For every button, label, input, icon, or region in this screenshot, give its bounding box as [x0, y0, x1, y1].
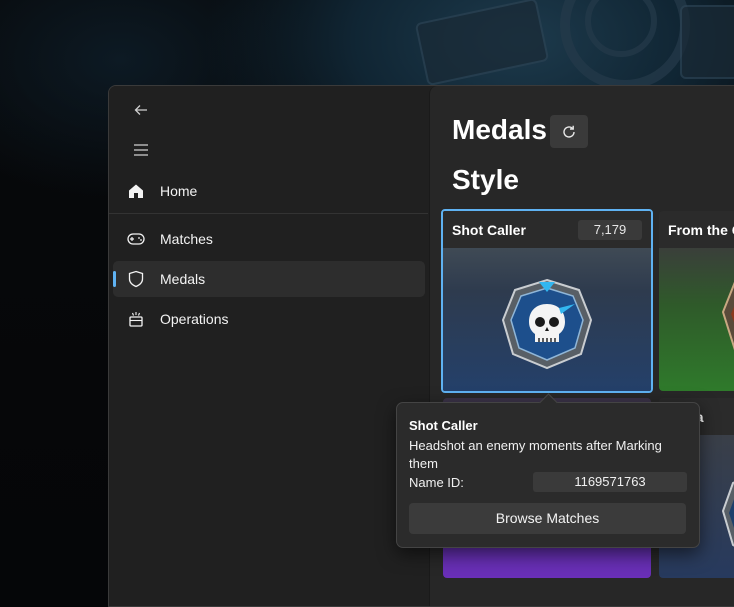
sidebar-item-label: Operations: [160, 311, 229, 327]
medal-tooltip: Shot Caller Headshot an enemy moments af…: [396, 393, 700, 548]
tooltip-description: Headshot an enemy moments after Marking …: [409, 438, 662, 471]
page-title: Medals: [452, 114, 547, 145]
hamburger-menu-icon: [134, 144, 148, 156]
sidebar-item-medals[interactable]: Medals: [113, 261, 425, 297]
medal-count-badge: 7,179: [578, 220, 642, 240]
sidebar-item-matches[interactable]: Matches: [113, 221, 425, 257]
medal-name: From the G: [668, 222, 734, 238]
medal-image-area: [659, 248, 734, 391]
sidebar-item-label: Matches: [160, 231, 213, 247]
skull-medal-icon: [501, 278, 593, 370]
card-header: From the G: [659, 211, 734, 248]
sidebar-divider: [109, 213, 428, 214]
sidebar-item-home[interactable]: Home: [113, 173, 425, 209]
medal-card-from-the-g[interactable]: From the G: [659, 211, 734, 391]
sidebar: Home Matches Medals Operations: [109, 86, 428, 606]
back-button[interactable]: [119, 94, 163, 126]
medal-icon-partial: [721, 481, 734, 547]
medal-image-area: [443, 248, 651, 391]
sidebar-item-operations[interactable]: Operations: [113, 301, 425, 337]
sidebar-item-label: Home: [160, 183, 198, 199]
operations-icon: [127, 310, 145, 328]
section-title: Style: [452, 164, 519, 195]
refresh-button[interactable]: [550, 115, 588, 148]
selection-indicator: [113, 271, 116, 287]
shield-icon: [127, 270, 145, 288]
medal-card-shot-caller[interactable]: Shot Caller 7,179: [441, 209, 653, 393]
browse-matches-button[interactable]: Browse Matches: [409, 503, 686, 534]
sidebar-item-label: Medals: [160, 271, 206, 287]
back-arrow-icon: [134, 105, 147, 115]
tooltip-title: Shot Caller: [409, 418, 478, 433]
wallpaper-plate-right: [680, 5, 734, 79]
name-id-label: Name ID:: [409, 475, 464, 490]
card-header: Shot Caller 7,179: [443, 211, 651, 248]
medal-name: Shot Caller: [452, 222, 526, 238]
refresh-icon: [563, 125, 575, 138]
wallpaper-plate: [414, 0, 550, 87]
name-id-value: 1169571763: [533, 472, 687, 492]
gamepad-icon: [127, 230, 145, 248]
menu-button[interactable]: [119, 134, 163, 166]
medal-icon-partial: [721, 281, 734, 351]
home-icon: [127, 182, 145, 200]
